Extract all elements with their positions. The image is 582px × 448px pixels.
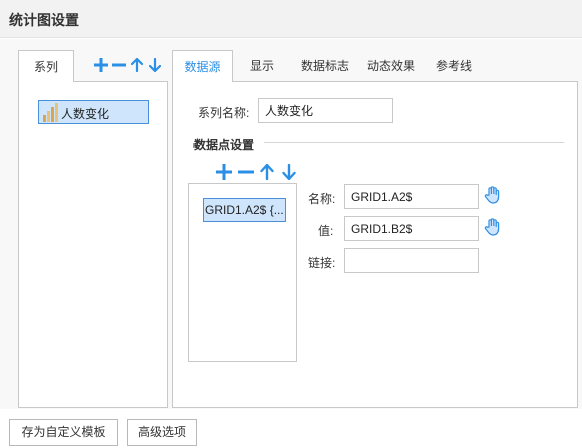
point-value-label: 值: [318, 224, 334, 238]
point-link-label: 链接: [308, 256, 336, 270]
plus-icon [94, 58, 108, 72]
tab-datasource[interactable]: 数据源 [172, 50, 233, 82]
dialog-title: 统计图设置 [9, 12, 79, 28]
move-point-up-button[interactable] [258, 163, 276, 181]
arrow-down-icon [149, 58, 161, 72]
arrow-down-icon [282, 164, 296, 180]
plus-icon [216, 164, 232, 180]
minus-icon [112, 63, 126, 67]
tab-series[interactable]: 系列 [18, 50, 74, 82]
remove-point-button[interactable] [236, 163, 256, 181]
series-chart-icon [43, 103, 58, 122]
point-value-input[interactable] [344, 216, 479, 241]
point-name-input[interactable] [344, 184, 479, 209]
series-name-label: 系列名称: [198, 106, 250, 120]
section-divider [264, 142, 564, 143]
add-point-button[interactable] [214, 163, 234, 181]
minus-icon [238, 170, 254, 174]
arrow-up-icon [131, 58, 143, 72]
add-series-button[interactable] [93, 57, 109, 73]
point-link-input[interactable] [344, 248, 479, 273]
series-list: 人数变化 [18, 81, 168, 408]
series-name-input[interactable] [258, 98, 393, 123]
tab-reference-line[interactable]: 参考线 [428, 50, 480, 82]
move-series-up-button[interactable] [129, 57, 145, 73]
tab-animation[interactable]: 动态效果 [361, 50, 421, 82]
dialog-titlebar: 统计图设置 [0, 0, 582, 38]
data-point-item[interactable]: GRID1.A2$ {... [203, 198, 286, 222]
advanced-options-button[interactable]: 高级选项 [127, 419, 197, 446]
move-point-down-button[interactable] [280, 163, 298, 181]
hand-pointer-icon[interactable] [484, 186, 500, 204]
remove-series-button[interactable] [111, 57, 127, 73]
points-section-title: 数据点设置 [194, 138, 255, 152]
data-points-list: GRID1.A2$ {... [188, 183, 297, 362]
series-item[interactable]: 人数变化 [38, 100, 149, 124]
tab-data-markers[interactable]: 数据标志 [294, 50, 356, 82]
series-item-label: 人数变化 [61, 107, 110, 121]
hand-pointer-icon[interactable] [484, 218, 500, 236]
arrow-up-icon [260, 164, 274, 180]
point-name-label: 名称: [308, 192, 336, 206]
tab-display[interactable]: 显示 [240, 50, 284, 82]
save-custom-template-button[interactable]: 存为自定义模板 [9, 419, 118, 446]
move-series-down-button[interactable] [147, 57, 163, 73]
